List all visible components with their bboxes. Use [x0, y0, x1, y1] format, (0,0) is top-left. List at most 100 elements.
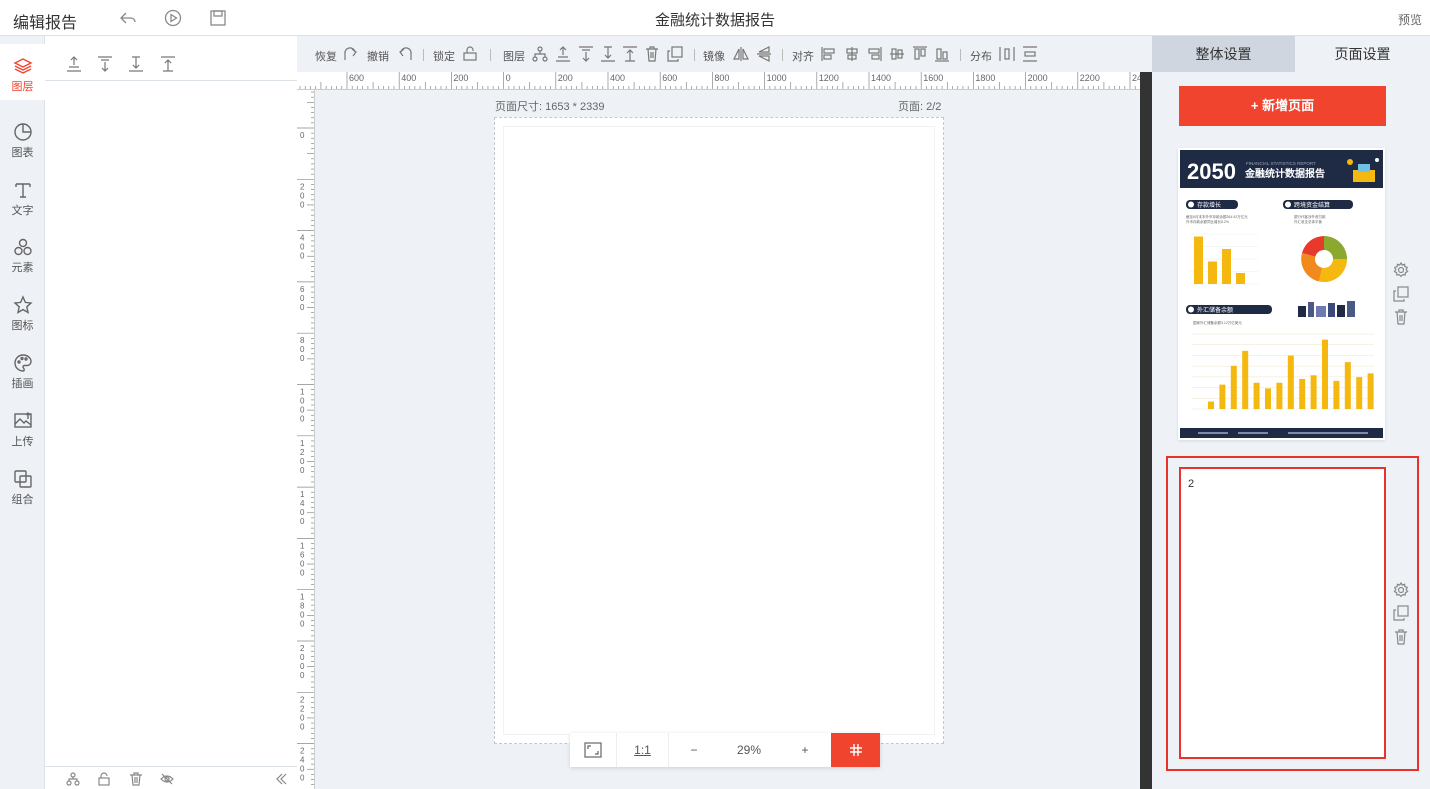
- send-backward-icon[interactable]: [128, 56, 144, 72]
- delete-icon[interactable]: [129, 772, 143, 786]
- thumb-year: 2050: [1187, 159, 1236, 184]
- page-thumbnail-2[interactable]: 2: [1179, 467, 1386, 759]
- flip-vertical-icon[interactable]: [756, 46, 772, 62]
- hierarchy-icon[interactable]: [532, 46, 548, 62]
- hierarchy-icon[interactable]: [66, 772, 80, 786]
- lock-icon[interactable]: [462, 46, 478, 62]
- toolbar-divider: [490, 49, 491, 61]
- align-right-icon[interactable]: [866, 46, 882, 62]
- eye-off-icon[interactable]: [160, 772, 174, 786]
- nav-item-elements[interactable]: 元素: [0, 225, 45, 281]
- ruler-tick-label: 0: [300, 406, 305, 415]
- delete-icon[interactable]: [644, 46, 660, 62]
- bring-to-front-icon[interactable]: [66, 56, 82, 72]
- ruler-tick-label: 0: [300, 397, 305, 406]
- nav-item-icons[interactable]: 图标: [0, 283, 45, 339]
- ruler-tick-label: 200: [558, 73, 573, 83]
- thumb-title: 金融统计数据报告: [1244, 167, 1325, 180]
- zoom-value: 29%: [736, 743, 762, 757]
- tab-page-settings[interactable]: 页面设置: [1295, 36, 1430, 72]
- tab-global-settings[interactable]: 整体设置: [1152, 36, 1295, 72]
- ruler-tick-label: 1: [300, 593, 305, 602]
- duplicate-page-icon[interactable]: [1393, 605, 1409, 621]
- delete-page-icon[interactable]: [1393, 629, 1409, 645]
- preview-button[interactable]: 预览: [1398, 11, 1422, 28]
- nav-label: 图表: [11, 147, 34, 159]
- duplicate-icon[interactable]: [667, 46, 683, 62]
- ruler-tick-label: 1000: [767, 73, 787, 83]
- ruler-tick-label: 8: [300, 336, 305, 345]
- ruler-tick-label: 800: [714, 73, 729, 83]
- lock-button[interactable]: 锁定: [433, 48, 455, 64]
- nav-item-illustration[interactable]: 插画: [0, 341, 45, 397]
- zoom-in-button[interactable]: +: [779, 733, 831, 767]
- save-icon[interactable]: [209, 9, 227, 27]
- undo-arrow-icon[interactable]: [397, 46, 413, 62]
- nav-label: 插画: [11, 378, 34, 390]
- fit-screen-icon: [584, 742, 602, 758]
- app-title: 编辑报告: [13, 15, 78, 32]
- align-middle-icon[interactable]: [912, 46, 928, 62]
- unlock-icon[interactable]: [97, 772, 111, 786]
- fit-screen-button[interactable]: [570, 733, 617, 767]
- redo-button[interactable]: 恢复: [315, 48, 337, 64]
- send-backward-icon[interactable]: [600, 46, 616, 62]
- send-to-back-icon[interactable]: [160, 56, 176, 72]
- distribute-button[interactable]: 分布: [970, 48, 992, 64]
- thumb-desc-3: 国家外汇储备余额3.12万亿美元: [1193, 320, 1242, 325]
- nav-item-layers[interactable]: 图层: [0, 44, 45, 100]
- distribute-horizontal-icon[interactable]: [999, 46, 1015, 62]
- flip-horizontal-icon[interactable]: [733, 46, 749, 62]
- ruler-tick-label: 600: [349, 73, 364, 83]
- bring-to-front-icon[interactable]: [555, 46, 571, 62]
- redo-icon[interactable]: [343, 46, 359, 62]
- nav-item-text[interactable]: 文字: [0, 168, 45, 224]
- mirror-button[interactable]: 镜像: [703, 48, 725, 64]
- thumb-section-1: 存款增长: [1197, 201, 1221, 209]
- ruler-tick-label: 2: [300, 182, 305, 191]
- grid-toggle-button[interactable]: [831, 733, 880, 767]
- bring-forward-icon[interactable]: [97, 56, 113, 72]
- canvas-page[interactable]: [494, 117, 944, 744]
- nav-item-upload[interactable]: 上传: [0, 399, 45, 455]
- star-icon: [12, 295, 33, 315]
- nav-item-chart[interactable]: 图表: [0, 110, 45, 166]
- ruler-tick-label: 0: [300, 671, 305, 680]
- layer-actions-bar: [45, 766, 297, 789]
- left-nav: 图层 图表 文字 元素 图标 插画 上传 组合: [0, 36, 45, 789]
- distribute-vertical-icon[interactable]: [1022, 46, 1038, 62]
- nav-item-group[interactable]: 组合: [0, 457, 45, 513]
- page-settings-icon[interactable]: [1393, 582, 1409, 598]
- ruler-tick-label: 2: [300, 644, 305, 653]
- align-top-icon[interactable]: [889, 46, 905, 62]
- undo-button[interactable]: 撤销: [367, 48, 389, 64]
- add-page-button[interactable]: + 新增页面: [1179, 86, 1386, 126]
- canvas-scrollbar[interactable]: [1140, 72, 1152, 789]
- align-center-h-icon[interactable]: [844, 46, 860, 62]
- thumb-skyline: [1298, 301, 1355, 317]
- nav-label: 图层: [11, 81, 34, 93]
- send-to-back-icon[interactable]: [622, 46, 638, 62]
- layers-icon: [12, 56, 33, 76]
- thumb-bar: [1265, 388, 1271, 409]
- collapse-panel-icon[interactable]: [274, 772, 288, 786]
- duplicate-page-icon[interactable]: [1393, 286, 1409, 302]
- play-icon[interactable]: [164, 9, 182, 27]
- align-button[interactable]: 对齐: [792, 48, 814, 64]
- thumb-desc-2b: 外汇收支总体平衡: [1294, 219, 1322, 224]
- page-thumbnail-1[interactable]: 2050 FINANCIAL STATISTICS REPORT 金融统计数据报…: [1178, 148, 1385, 440]
- actual-size-button[interactable]: 1:1: [617, 733, 669, 767]
- layer-button[interactable]: 图层: [503, 48, 525, 64]
- align-bottom-icon[interactable]: [934, 46, 950, 62]
- ruler-tick-label: 0: [300, 345, 305, 354]
- ruler-tick-label: 4: [300, 234, 305, 243]
- thumb-bar: [1242, 350, 1249, 409]
- undo-icon[interactable]: [119, 9, 137, 27]
- zoom-out-button[interactable]: −: [669, 733, 719, 767]
- thumb-bar: [1356, 377, 1363, 409]
- page-settings-icon[interactable]: [1393, 262, 1409, 278]
- delete-page-icon[interactable]: [1393, 309, 1409, 325]
- align-left-icon[interactable]: [821, 46, 837, 62]
- bring-forward-icon[interactable]: [578, 46, 594, 62]
- grid-icon: [849, 744, 862, 756]
